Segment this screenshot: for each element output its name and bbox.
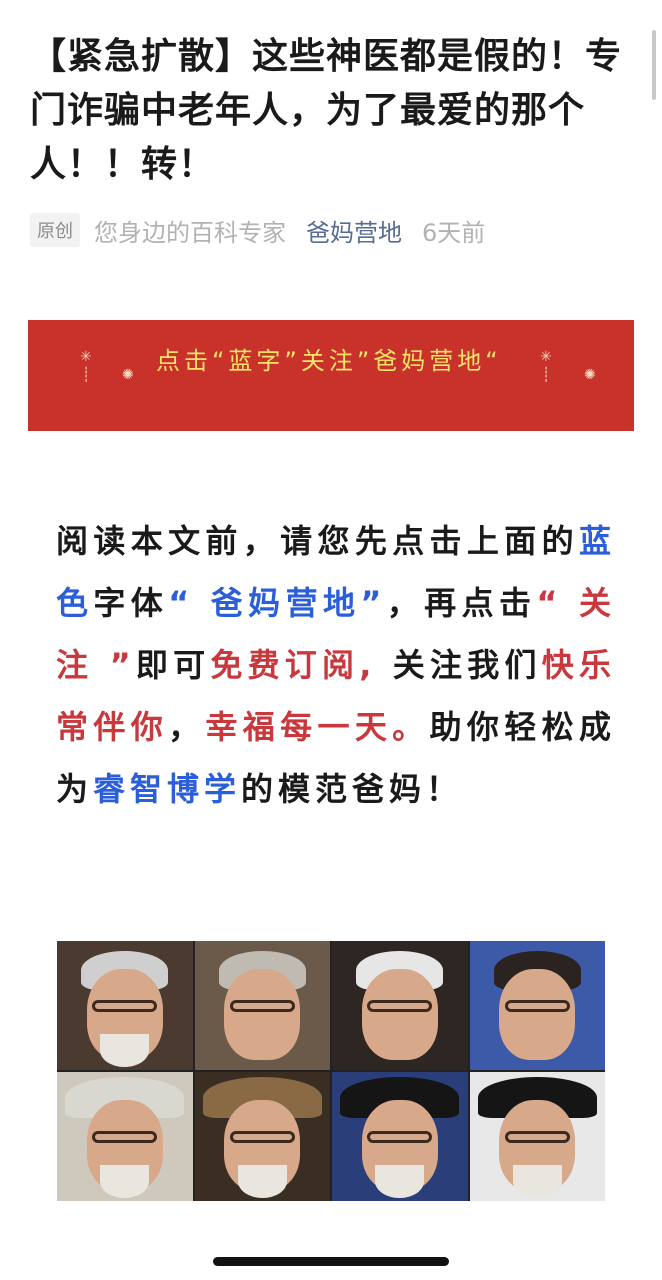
free-subscribe-highlight: 免费订阅, bbox=[210, 646, 377, 684]
beard bbox=[100, 1164, 150, 1199]
beard bbox=[375, 1164, 425, 1199]
beard bbox=[100, 1033, 150, 1068]
face bbox=[224, 969, 301, 1060]
glasses bbox=[92, 1000, 158, 1012]
portrait-tile bbox=[194, 941, 330, 1070]
portrait-tile bbox=[469, 1072, 605, 1201]
firework-icon: ✳ bbox=[80, 349, 92, 365]
firework-icon: ✳ bbox=[540, 349, 552, 365]
portrait-tile bbox=[57, 1072, 193, 1201]
intro-text: ，再点击 bbox=[386, 584, 537, 622]
glasses bbox=[367, 1000, 433, 1012]
portrait-tile bbox=[57, 941, 193, 1070]
author-name: 您身边的百科专家 bbox=[94, 218, 286, 247]
intro-text: 字体 bbox=[93, 584, 169, 622]
happiness-highlight: 幸福每一天。 bbox=[205, 708, 430, 746]
glasses bbox=[92, 1131, 158, 1143]
portrait-tile bbox=[332, 941, 468, 1070]
beard bbox=[237, 1164, 287, 1199]
intro-text: 阅读本文前，请您先点击上面的 bbox=[56, 522, 579, 560]
follow-banner[interactable]: ✳ ┊ ✺ ✳ ┊ ✺ 点击“蓝字”关注”爸妈营地“ bbox=[28, 320, 634, 431]
portrait-collage-image[interactable] bbox=[57, 941, 605, 1201]
account-link[interactable]: 爸妈营地 bbox=[306, 213, 402, 248]
face bbox=[361, 969, 438, 1060]
wise-highlight: 睿智博学 bbox=[93, 770, 242, 808]
glasses bbox=[229, 1131, 295, 1143]
sparkle-icon: ✺ bbox=[584, 367, 596, 383]
article-title: 【紧急扩散】这些神医都是假的！专门诈骗中老年人，为了最爱的那个人！！转！ bbox=[30, 36, 623, 185]
home-indicator[interactable] bbox=[213, 1257, 449, 1266]
banner-text: 点击“蓝字”关注”爸妈营地“ bbox=[156, 347, 502, 375]
portrait-tile bbox=[332, 1072, 468, 1201]
publish-time: 6天前 bbox=[422, 218, 486, 247]
intro-text: ， bbox=[168, 708, 206, 746]
article-page: 【紧急扩散】这些神医都是假的！专门诈骗中老年人，为了最爱的那个人！！转！ 原创 … bbox=[0, 0, 662, 1280]
account-name-link[interactable]: “ 爸妈营地” bbox=[168, 584, 386, 622]
glasses bbox=[504, 1000, 570, 1012]
portrait-tile bbox=[194, 1072, 330, 1201]
glasses bbox=[229, 1000, 295, 1012]
scrollbar[interactable] bbox=[652, 30, 656, 100]
beard bbox=[512, 1164, 562, 1199]
intro-text: 关注我们 bbox=[376, 646, 542, 684]
portrait-tile bbox=[469, 941, 605, 1070]
firework-spark-icon: ┊ bbox=[542, 367, 551, 383]
sparkle-icon: ✺ bbox=[122, 367, 134, 383]
intro-text: 即可 bbox=[135, 646, 211, 684]
face bbox=[499, 969, 576, 1060]
firework-spark-icon: ┊ bbox=[82, 367, 91, 383]
glasses bbox=[504, 1131, 570, 1143]
intro-paragraph: 阅读本文前，请您先点击上面的蓝色字体“ 爸妈营地”，再点击“ 关注 ”即可免费订… bbox=[56, 510, 616, 820]
original-badge: 原创 bbox=[30, 213, 80, 247]
article-meta: 原创 您身边的百科专家 爸妈营地 6天前 bbox=[30, 212, 485, 248]
intro-text: 的模范爸妈！ bbox=[241, 770, 464, 808]
glasses bbox=[367, 1131, 433, 1143]
